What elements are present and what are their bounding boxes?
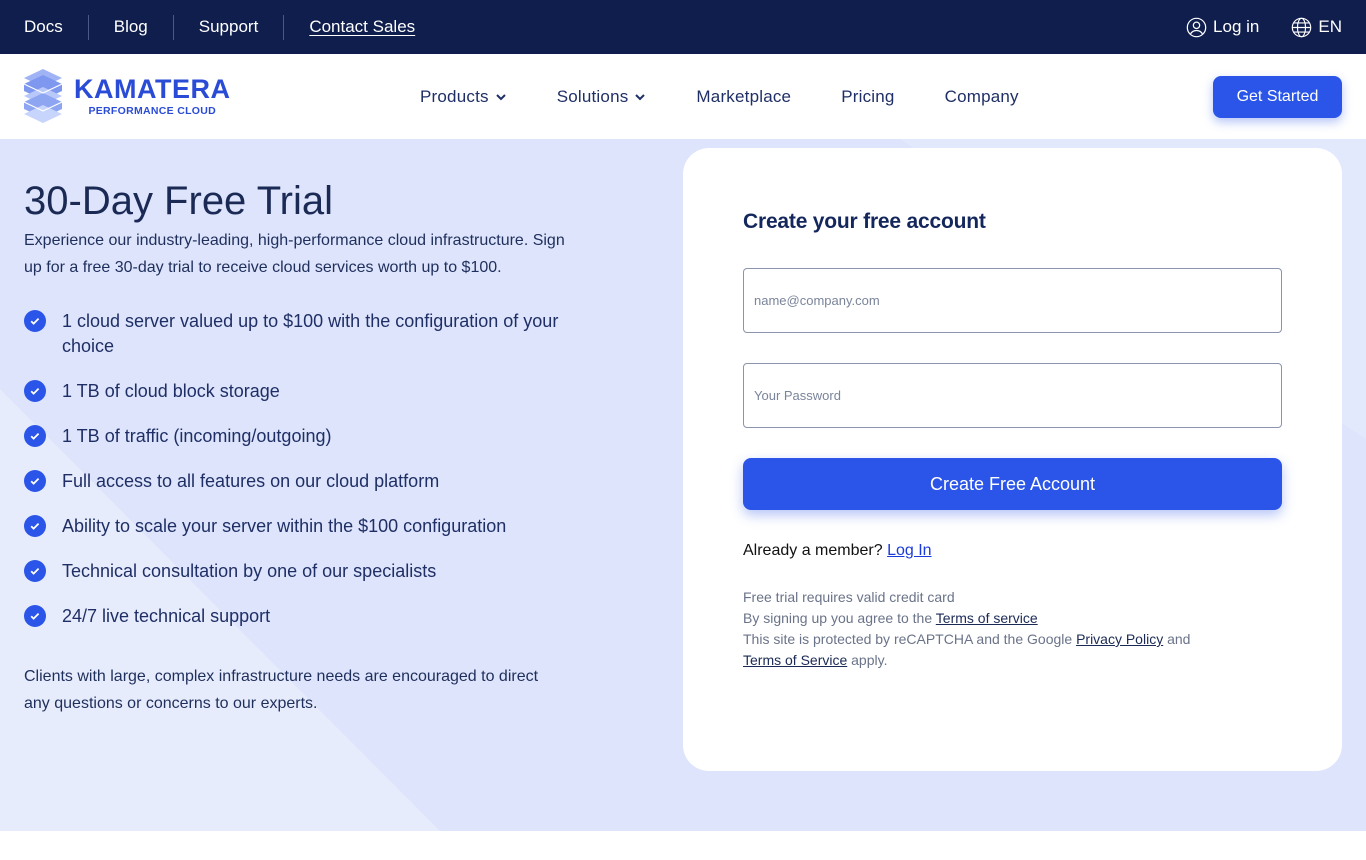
feature-text: 24/7 live technical support xyxy=(62,606,271,626)
check-circle-icon xyxy=(24,380,46,402)
outro-text: Clients with large, complex infrastructu… xyxy=(24,668,539,712)
language-selector[interactable]: EN xyxy=(1291,17,1342,38)
check-circle-icon xyxy=(24,310,46,332)
google-terms-link[interactable]: Terms of Service xyxy=(743,652,847,668)
terms-prefix: By signing up you agree to the xyxy=(743,610,933,626)
get-started-button[interactable]: Get Started xyxy=(1213,76,1342,118)
member-text: Already a member? xyxy=(743,542,883,559)
feature-text: Technical consultation by one of our spe… xyxy=(62,561,437,581)
kamatera-logo-icon xyxy=(24,69,62,123)
feature-text: 1 TB of cloud block storage xyxy=(62,381,280,401)
member-prompt: Already a member? Log In xyxy=(743,542,932,560)
list-item: Ability to scale your server within the … xyxy=(24,514,584,539)
main-nav: Products Solutions Marketplace Pricing C… xyxy=(420,54,1069,139)
divider xyxy=(87,14,89,40)
feature-text: Full access to all features on our cloud… xyxy=(62,471,440,491)
credit-card-note: Free trial requires valid credit card xyxy=(743,589,955,605)
check-circle-icon xyxy=(24,470,46,492)
list-item: Technical consultation by one of our spe… xyxy=(24,559,584,584)
logo[interactable]: KAMATERA PERFORMANCE CLOUD xyxy=(24,69,230,123)
feature-text: 1 TB of traffic (incoming/outgoing) xyxy=(62,426,332,446)
chevron-down-icon xyxy=(635,93,646,100)
check-circle-icon xyxy=(24,425,46,447)
login-link-secondary[interactable]: Log In xyxy=(887,542,931,559)
recaptcha-suffix: apply. xyxy=(851,652,888,668)
main-header: KAMATERA PERFORMANCE CLOUD Products Solu… xyxy=(0,54,1366,139)
top-bar: Docs Blog Support Contact Sales Log in E… xyxy=(0,0,1366,54)
feature-text: Ability to scale your server within the … xyxy=(62,516,507,536)
check-circle-icon xyxy=(24,605,46,627)
list-item: 1 TB of traffic (incoming/outgoing) xyxy=(24,424,584,449)
check-circle-icon xyxy=(24,560,46,582)
nav-products-label: Products xyxy=(420,86,489,106)
nav-marketplace[interactable]: Marketplace xyxy=(696,87,791,107)
intro-text: Experience our industry-leading, high-pe… xyxy=(24,232,565,276)
logo-wordmark: KAMATERA xyxy=(74,74,231,104)
terms-of-service-link[interactable]: Terms of service xyxy=(936,610,1038,626)
nav-company[interactable]: Company xyxy=(945,87,1019,107)
logo-text: KAMATERA PERFORMANCE CLOUD xyxy=(74,75,230,117)
nav-pricing[interactable]: Pricing xyxy=(841,87,894,107)
check-circle-icon xyxy=(24,515,46,537)
recaptcha-prefix: This site is protected by reCAPTCHA and … xyxy=(743,631,1073,647)
logo-tagline: PERFORMANCE CLOUD xyxy=(88,105,217,117)
login-link[interactable]: Log in xyxy=(1186,17,1259,38)
globe-icon xyxy=(1292,17,1312,37)
login-label: Log in xyxy=(1213,17,1260,36)
list-item: 1 TB of cloud block storage xyxy=(24,379,584,404)
nav-solutions[interactable]: Solutions xyxy=(557,87,647,107)
top-links: Docs Blog Support Contact Sales xyxy=(24,0,415,54)
docs-link[interactable]: Docs xyxy=(24,17,63,37)
create-account-button[interactable]: Create Free Account xyxy=(743,458,1282,510)
privacy-policy-link[interactable]: Privacy Policy xyxy=(1076,631,1163,647)
recaptcha-and: and xyxy=(1167,631,1191,647)
contact-sales-link[interactable]: Contact Sales xyxy=(309,17,415,37)
feature-list: 1 cloud server valued up to $100 with th… xyxy=(24,309,584,649)
password-field[interactable] xyxy=(743,363,1282,428)
divider xyxy=(283,14,285,40)
signup-card: Create your free account Create Free Acc… xyxy=(683,148,1342,771)
list-item: Full access to all features on our cloud… xyxy=(24,469,584,494)
feature-text: 1 cloud server valued up to $100 with th… xyxy=(62,311,559,356)
user-circle-icon xyxy=(1186,17,1207,37)
signup-title: Create your free account xyxy=(743,210,986,233)
support-link[interactable]: Support xyxy=(199,17,259,37)
legal-notice: Free trial requires valid credit card By… xyxy=(743,587,1263,671)
hero-section: 30-Day Free Trial Experience our industr… xyxy=(0,139,1366,831)
list-item: 1 cloud server valued up to $100 with th… xyxy=(24,309,584,359)
list-item: 24/7 live technical support xyxy=(24,604,584,629)
email-field[interactable] xyxy=(743,268,1282,333)
terms-line: By signing up you agree to the Terms of … xyxy=(743,608,1263,629)
nav-products[interactable]: Products xyxy=(420,87,507,107)
nav-solutions-label: Solutions xyxy=(556,86,629,106)
chevron-down-icon xyxy=(495,93,506,100)
recaptcha-line: This site is protected by reCAPTCHA and … xyxy=(743,629,1263,671)
divider xyxy=(172,14,174,40)
language-label: EN xyxy=(1318,17,1342,36)
top-right: Log in EN xyxy=(1186,0,1342,54)
page-title: 30-Day Free Trial xyxy=(24,179,333,223)
blog-link[interactable]: Blog xyxy=(114,17,148,37)
